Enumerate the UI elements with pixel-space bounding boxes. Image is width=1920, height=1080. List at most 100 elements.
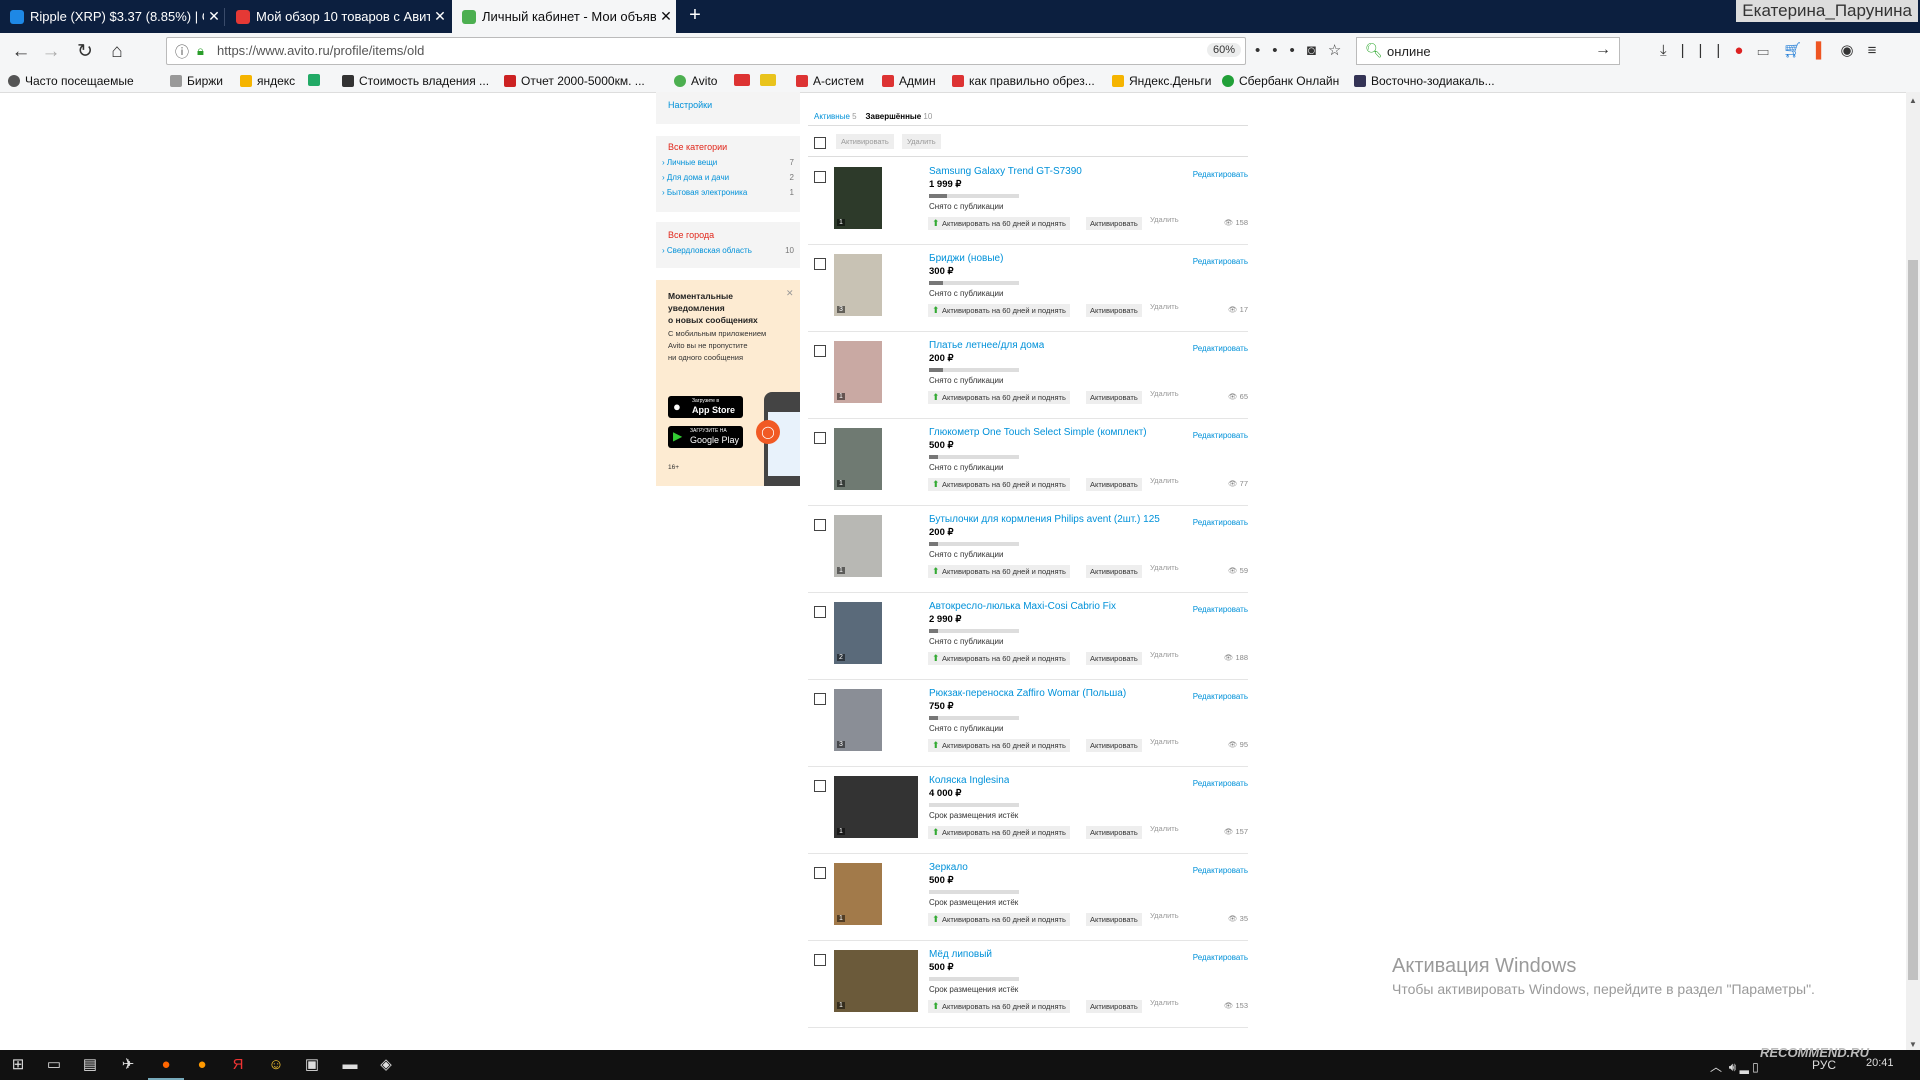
item-photo[interactable]: 3 [834,689,882,751]
task-view-icon[interactable]: ▭ [36,1052,72,1078]
home-button[interactable]: ⌂ [104,40,130,64]
all-categories-link[interactable]: Все категории [668,142,727,152]
sidebar-icon[interactable]: ▭ [1757,42,1782,59]
activate-and-boost-button[interactable]: ⬆ Активировать на 60 дней и поднять [928,217,1070,230]
activate-button[interactable]: Активировать [1086,652,1142,665]
item-title[interactable]: Рюкзак-переноска Zaffiro Womar (Польша) [929,688,1126,699]
scrollbar-thumb[interactable] [1908,260,1918,980]
bookmark-admin[interactable]: Админ [882,74,936,88]
url-bar[interactable]: ⓘ 🔒︎ https://www.avito.ru/profile/items/… [166,37,1246,65]
file-icon[interactable]: ▤ [72,1052,108,1078]
item-photo[interactable]: 2 [834,602,882,664]
delete-link[interactable]: Удалить [1150,998,1179,1007]
activate-and-boost-button[interactable]: ⬆ Активировать на 60 дней и поднять [928,826,1070,839]
new-tab-button[interactable]: + [680,0,710,33]
delete-link[interactable]: Удалить [1150,302,1179,311]
back-button[interactable]: ← [8,40,34,64]
activate-button[interactable]: Активировать [1086,391,1142,404]
bookmark-most-visited[interactable]: Часто посещаемые [8,74,134,88]
category-item[interactable]: › Личные вещи 7 [662,158,794,167]
close-tab-icon[interactable]: ✕ [204,8,224,25]
activate-button[interactable]: Активировать [1086,478,1142,491]
search-bar[interactable]: 🔍︎ онлине → [1356,37,1620,65]
activate-and-boost-button[interactable]: ⬆ Активировать на 60 дней и поднять [928,1000,1070,1013]
item-checkbox[interactable] [814,693,826,705]
bookmark-yandex[interactable]: яндекс [240,74,295,88]
edit-link[interactable]: Редактировать [1193,518,1248,527]
info-icon[interactable]: ⓘ [175,42,189,62]
chevron-up-icon[interactable]: ︿ [1710,1060,1722,1074]
edit-link[interactable]: Редактировать [1193,779,1248,788]
bookmark-cost[interactable]: Стоимость владения ... [342,74,489,88]
item-checkbox[interactable] [814,519,826,531]
bookmark-globe[interactable] [308,74,325,86]
flag-icon[interactable]: ▌ [1816,42,1841,59]
item-checkbox[interactable] [814,171,826,183]
delete-link[interactable]: Удалить [1150,650,1179,659]
app-bird-icon[interactable]: ✈ [110,1052,146,1078]
browser-tab-3-active[interactable]: Личный кабинет - Мои объяв ✕ [452,0,676,33]
item-checkbox[interactable] [814,954,826,966]
item-title[interactable]: Мёд липовый [929,949,992,960]
bookmark-how-to-trim[interactable]: как правильно обрез... [952,74,1095,88]
smile-icon[interactable]: ☺ [258,1052,294,1078]
item-photo[interactable]: 1 [834,515,882,577]
adblock-icon[interactable]: ● [1734,42,1757,59]
terminal-icon[interactable]: ▬ [332,1052,368,1078]
more-actions-icon[interactable]: ••• [1255,42,1307,59]
delete-link[interactable]: Удалить [1150,737,1179,746]
firefox-icon[interactable]: ● [148,1052,184,1080]
bookmark-a-sistem[interactable]: А-систем [796,74,864,88]
window-app-icon[interactable]: ▣ [294,1052,330,1078]
url-text[interactable]: https://www.avito.ru/profile/items/old [217,43,424,58]
activate-and-boost-button[interactable]: ⬆ Активировать на 60 дней и поднять [928,391,1070,404]
bulk-delete-button[interactable]: Удалить [902,134,941,149]
delete-link[interactable]: Удалить [1150,476,1179,485]
item-photo[interactable]: 3 [834,254,882,316]
activate-and-boost-button[interactable]: ⬆ Активировать на 60 дней и поднять [928,304,1070,317]
item-title[interactable]: Бриджи (новые) [929,253,1003,264]
bookmark-zodiac[interactable]: Восточно-зодиакаль... [1354,74,1495,88]
delete-link[interactable]: Удалить [1150,215,1179,224]
edit-link[interactable]: Редактировать [1193,431,1248,440]
item-title[interactable]: Автокресло-люлька Maxi-Cosi Cabrio Fix [929,601,1116,612]
reload-button[interactable]: ↻ [72,40,98,64]
close-tab-icon[interactable]: ✕ [430,8,450,25]
forward-button[interactable]: → [38,40,64,64]
item-checkbox[interactable] [814,606,826,618]
close-tab-icon[interactable]: ✕ [656,8,676,25]
search-go-icon[interactable]: → [1595,41,1611,59]
zoom-level[interactable]: 60% [1207,43,1242,57]
item-checkbox[interactable] [814,345,826,357]
language-indicator[interactable]: РУС [1812,1058,1836,1072]
item-photo[interactable]: 1 [834,428,882,490]
bookmark-ell[interactable] [760,74,781,86]
volume-icon[interactable]: 🔊︎ [1729,1060,1737,1074]
extension-icon[interactable]: ◉ [1841,42,1868,59]
menu-icon[interactable]: ≡ [1868,42,1891,59]
search-text[interactable]: онлине [1387,44,1431,59]
clock[interactable]: 20:41 [1866,1057,1894,1069]
item-checkbox[interactable] [814,258,826,270]
item-photo[interactable]: 1 [834,950,918,1012]
scroll-down-icon[interactable]: ▼ [1909,1040,1917,1049]
browser-tab-1[interactable]: Ripple (XRP) $3.37 (8.85%) | Coi ✕ [0,0,224,33]
item-photo[interactable]: 1 [834,167,882,229]
activate-button[interactable]: Активировать [1086,739,1142,752]
yandex-browser-icon[interactable]: Я [220,1052,256,1078]
shield-app-icon[interactable]: ◈ [368,1052,404,1078]
bookmark-folder-birzhi[interactable]: Биржи [170,74,223,88]
tab-active-items[interactable]: Активные 5 [814,112,857,121]
bookmark-report[interactable]: Отчет 2000-5000км. ... [504,74,645,88]
activate-button[interactable]: Активировать [1086,826,1142,839]
edit-link[interactable]: Редактировать [1193,344,1248,353]
app-orange-icon[interactable]: ● [184,1052,220,1078]
edit-link[interactable]: Редактировать [1193,170,1248,179]
item-checkbox[interactable] [814,432,826,444]
google-play-button[interactable]: ▶ ЗАГРУЗИТЕ НА Google Play [668,426,743,448]
activate-and-boost-button[interactable]: ⬆ Активировать на 60 дней и поднять [928,478,1070,491]
item-checkbox[interactable] [814,867,826,879]
activate-button[interactable]: Активировать [1086,217,1142,230]
scroll-up-icon[interactable]: ▲ [1909,96,1917,105]
activate-and-boost-button[interactable]: ⬆ Активировать на 60 дней и поднять [928,913,1070,926]
